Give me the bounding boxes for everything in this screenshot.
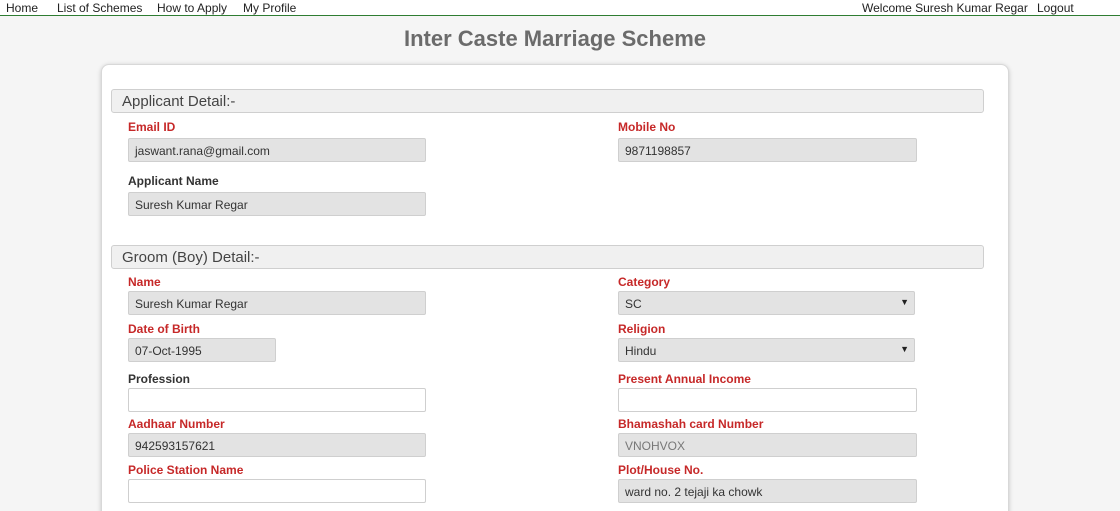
top-navigation: Home List of Schemes How to Apply My Pro… — [0, 0, 1120, 16]
profession-field[interactable] — [128, 388, 426, 412]
nav-schemes-link[interactable]: List of Schemes — [57, 1, 142, 15]
logout-link[interactable]: Logout — [1037, 1, 1074, 15]
page-title: Inter Caste Marriage Scheme — [403, 26, 707, 51]
email-label: Email ID — [128, 120, 176, 134]
plot-house-label: Plot/House No. — [618, 463, 704, 477]
email-field[interactable]: jaswant.rana@gmail.com — [128, 138, 426, 162]
welcome-user-text: Welcome Suresh Kumar Regar — [862, 1, 1028, 15]
bhamashah-label: Bhamashah card Number — [618, 417, 764, 431]
dob-label: Date of Birth — [128, 322, 200, 336]
religion-select[interactable]: Hindu ▼ — [618, 338, 915, 362]
police-station-label: Police Station Name — [128, 463, 244, 477]
nav-how-to-apply-link[interactable]: How to Apply — [157, 1, 227, 15]
dob-field[interactable]: 07-Oct-1995 — [128, 338, 276, 362]
groom-name-label: Name — [128, 275, 161, 289]
applicant-name-label: Applicant Name — [128, 174, 219, 188]
category-label: Category — [618, 275, 671, 289]
groom-name-field[interactable]: Suresh Kumar Regar — [128, 291, 426, 315]
category-select[interactable]: SC ▼ — [618, 291, 915, 315]
chevron-down-icon: ▼ — [900, 344, 909, 354]
income-label: Present Annual Income — [618, 372, 751, 386]
plot-house-field[interactable]: ward no. 2 tejaji ka chowk — [618, 479, 917, 503]
profession-label: Profession — [128, 372, 191, 386]
religion-label: Religion — [618, 322, 666, 336]
religion-selected-value: Hindu — [625, 344, 657, 358]
mobile-label: Mobile No — [618, 120, 676, 134]
aadhaar-field[interactable]: 942593157621 — [128, 433, 426, 457]
nav-my-profile-link[interactable]: My Profile — [243, 1, 296, 15]
nav-home-link[interactable]: Home — [6, 1, 38, 15]
mobile-field[interactable]: 9871198857 — [618, 138, 917, 162]
aadhaar-label: Aadhaar Number — [128, 417, 225, 431]
bhamashah-field[interactable]: VNOHVOX — [618, 433, 917, 457]
applicant-detail-header: Applicant Detail:- — [111, 89, 984, 113]
groom-detail-header: Groom (Boy) Detail:- — [111, 245, 984, 269]
police-station-field[interactable] — [128, 479, 426, 503]
applicant-name-field[interactable]: Suresh Kumar Regar — [128, 192, 426, 216]
category-selected-value: SC — [625, 297, 642, 311]
income-field[interactable] — [618, 388, 917, 412]
chevron-down-icon: ▼ — [900, 297, 909, 307]
